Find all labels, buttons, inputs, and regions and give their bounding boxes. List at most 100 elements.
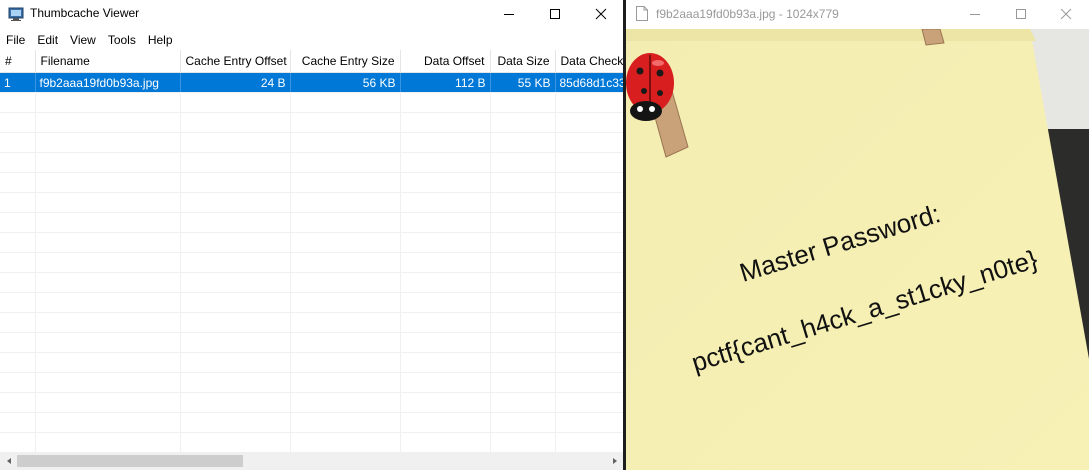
empty-cell	[0, 332, 36, 353]
preview-maximize-button[interactable]	[998, 0, 1044, 27]
empty-cell	[400, 252, 491, 273]
empty-cell	[400, 192, 491, 213]
empty-cell	[180, 432, 291, 452]
empty-row	[0, 232, 623, 253]
empty-cell	[180, 292, 291, 313]
cell-data-checksum: 85d68d1c33	[555, 72, 623, 93]
table-row[interactable]: 1 f9b2aaa19fd0b93a.jpg 24 B 56 KB 112 B …	[0, 72, 623, 93]
close-button[interactable]	[578, 0, 623, 28]
empty-cell	[35, 332, 181, 353]
empty-cell	[180, 352, 291, 373]
empty-cell	[490, 132, 556, 153]
menu-bar: File Edit View Tools Help	[0, 29, 623, 49]
empty-cell	[0, 192, 36, 213]
empty-cell	[490, 292, 556, 313]
empty-cell	[0, 172, 36, 193]
empty-cell	[290, 432, 401, 452]
thumbcache-viewer-window: Thumbcache Viewer File Edit View Tools H…	[0, 0, 623, 470]
preview-close-button[interactable]	[1043, 0, 1089, 27]
empty-cell	[35, 292, 181, 313]
empty-cell	[35, 412, 181, 433]
empty-cell	[35, 92, 181, 113]
empty-cell	[490, 152, 556, 173]
empty-row	[0, 432, 623, 452]
empty-cell	[180, 112, 291, 133]
col-header-cache-entry-offset[interactable]: Cache Entry Offset	[180, 50, 291, 73]
empty-row	[0, 112, 623, 133]
empty-cell	[290, 352, 401, 373]
minimize-button[interactable]	[486, 0, 532, 28]
empty-cell	[400, 92, 491, 113]
close-icon	[595, 8, 607, 20]
empty-cell	[35, 392, 181, 413]
empty-row	[0, 172, 623, 193]
col-header-data-size[interactable]: Data Size	[490, 50, 556, 73]
empty-cell	[35, 372, 181, 393]
empty-cell	[35, 132, 181, 153]
empty-cell	[180, 272, 291, 293]
col-header-index[interactable]: #	[0, 50, 36, 73]
empty-cell	[0, 212, 36, 233]
empty-cell	[0, 312, 36, 333]
empty-cell	[35, 432, 181, 452]
scroll-left-button[interactable]	[0, 452, 17, 470]
menu-file[interactable]: File	[0, 29, 31, 49]
scroll-right-button[interactable]	[606, 452, 623, 470]
empty-cell	[555, 172, 623, 193]
preview-title-bar[interactable]: f9b2aaa19fd0b93a.jpg - 1024x779	[626, 0, 1089, 29]
empty-cell	[555, 152, 623, 173]
empty-cell	[0, 132, 36, 153]
empty-row	[0, 332, 623, 353]
empty-cell	[555, 332, 623, 353]
empty-row	[0, 152, 623, 173]
scroll-left-icon	[6, 458, 11, 464]
empty-cell	[555, 412, 623, 433]
empty-cell	[400, 152, 491, 173]
empty-cell	[400, 332, 491, 353]
empty-cell	[35, 232, 181, 253]
empty-cell	[400, 412, 491, 433]
empty-cell	[180, 312, 291, 333]
empty-cell	[555, 192, 623, 213]
col-header-filename[interactable]: Filename	[35, 50, 181, 73]
menu-tools[interactable]: Tools	[102, 29, 142, 49]
menu-help[interactable]: Help	[142, 29, 179, 49]
empty-cell	[290, 232, 401, 253]
minimize-icon	[970, 13, 980, 15]
col-header-data-checksum[interactable]: Data Checksum	[555, 50, 623, 73]
close-icon	[1060, 8, 1072, 19]
empty-cell	[180, 212, 291, 233]
preview-minimize-button[interactable]	[952, 0, 998, 27]
col-header-data-offset[interactable]: Data Offset	[400, 50, 491, 73]
empty-cell	[180, 172, 291, 193]
horizontal-scrollbar[interactable]	[0, 452, 623, 470]
empty-cell	[35, 212, 181, 233]
empty-cell	[555, 432, 623, 452]
empty-cell	[290, 132, 401, 153]
empty-cell	[290, 152, 401, 173]
empty-cell	[555, 392, 623, 413]
empty-cell	[35, 312, 181, 333]
empty-cell	[400, 112, 491, 133]
empty-cell	[290, 372, 401, 393]
empty-cell	[400, 352, 491, 373]
menu-view[interactable]: View	[64, 29, 102, 49]
empty-cell	[180, 132, 291, 153]
column-header-row: # Filename Cache Entry Offset Cache Entr…	[0, 50, 623, 73]
maximize-button[interactable]	[532, 0, 578, 28]
empty-cell	[290, 392, 401, 413]
empty-cell	[400, 372, 491, 393]
empty-cell	[0, 92, 36, 113]
entries-list[interactable]: # Filename Cache Entry Offset Cache Entr…	[0, 50, 623, 452]
empty-cell	[0, 252, 36, 273]
empty-cell	[180, 392, 291, 413]
empty-cell	[35, 352, 181, 373]
scrollbar-thumb[interactable]	[17, 455, 243, 467]
image-preview-window: f9b2aaa19fd0b93a.jpg - 1024x779 Master P…	[626, 0, 1089, 470]
empty-cell	[290, 252, 401, 273]
empty-cell	[180, 332, 291, 353]
title-bar[interactable]: Thumbcache Viewer	[0, 0, 623, 28]
empty-cell	[0, 432, 36, 452]
menu-edit[interactable]: Edit	[31, 29, 64, 49]
col-header-cache-entry-size[interactable]: Cache Entry Size	[290, 50, 401, 73]
